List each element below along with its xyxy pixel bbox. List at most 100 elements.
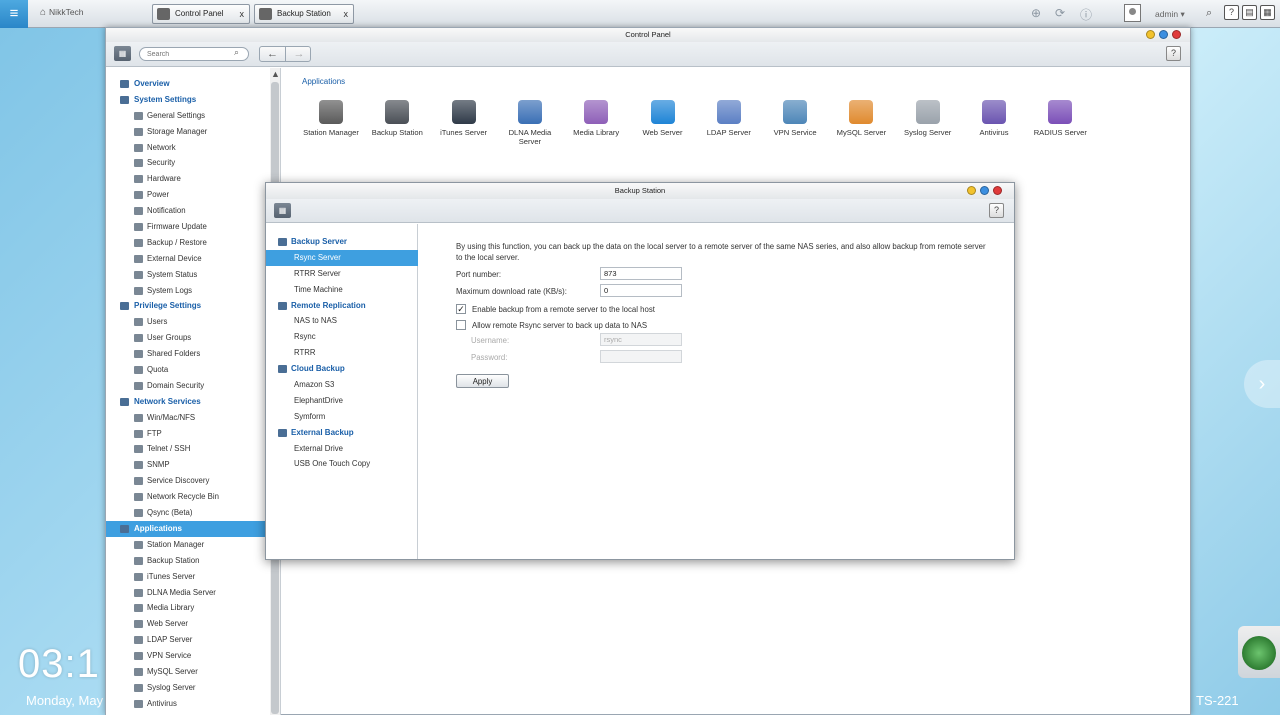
nav-item-backup-server[interactable]: Backup Server [266, 234, 418, 250]
sidebar-item-privilege-settings[interactable]: Privilege Settings [106, 298, 270, 314]
sidebar-item-storage-manager[interactable]: Storage Manager [106, 124, 270, 140]
sidebar-item-system-logs[interactable]: System Logs [106, 283, 270, 299]
sidebar-item-external-device[interactable]: External Device [106, 251, 270, 267]
app-antivirus[interactable]: Antivirus [961, 100, 1027, 137]
sidebar-item-notification[interactable]: Notification [106, 203, 270, 219]
maximize-icon[interactable] [1159, 30, 1168, 39]
grid-view-icon[interactable]: ▦ [114, 46, 131, 61]
next-desktop-arrow-icon[interactable]: › [1244, 360, 1280, 408]
info-icon[interactable]: ⓘ [1080, 6, 1092, 23]
sidebar-item-telnet-ssh[interactable]: Telnet / SSH [106, 441, 270, 457]
grid-view-icon[interactable]: ▦ [274, 203, 291, 218]
sidebar-item-network[interactable]: Network [106, 140, 270, 156]
sidebar-item-applications[interactable]: Applications [106, 520, 280, 537]
sidebar-item-overview[interactable]: Overview [106, 76, 270, 92]
dashboard-widget[interactable] [1238, 626, 1280, 678]
sidebar-item-vpn-service[interactable]: VPN Service [106, 648, 270, 664]
sidebar-item-quota[interactable]: Quota [106, 362, 270, 378]
sidebar-item-win-mac-nfs[interactable]: Win/Mac/NFS [106, 410, 270, 426]
max-download-rate-input[interactable] [600, 284, 682, 297]
nav-item-usb-one-touch-copy[interactable]: USB One Touch Copy [266, 456, 418, 472]
app-itunes-server[interactable]: iTunes Server [431, 100, 497, 137]
nav-item-external-drive[interactable]: External Drive [266, 441, 418, 457]
user-avatar-icon[interactable] [1124, 4, 1141, 22]
app-radius-server[interactable]: RADIUS Server [1027, 100, 1093, 137]
sidebar-item-backup-restore[interactable]: Backup / Restore [106, 235, 270, 251]
app-syslog-server[interactable]: Syslog Server [895, 100, 961, 137]
nav-item-time-machine[interactable]: Time Machine [266, 282, 418, 298]
app-mysql-server[interactable]: MySQL Server [828, 100, 894, 137]
close-tab-icon[interactable]: x [240, 5, 245, 23]
app-media-library[interactable]: Media Library [563, 100, 629, 137]
sidebar-item-firmware-update[interactable]: Firmware Update [106, 219, 270, 235]
apply-button[interactable]: Apply [456, 374, 509, 388]
sidebar-item-station-manager[interactable]: Station Manager [106, 537, 270, 553]
nav-item-rsync-server[interactable]: Rsync Server [266, 249, 418, 266]
sidebar-item-snmp[interactable]: SNMP [106, 457, 270, 473]
app-station-manager[interactable]: Station Manager [298, 100, 364, 137]
nav-item-symform[interactable]: Symform [266, 409, 418, 425]
search-input[interactable] [139, 47, 249, 61]
sidebar-item-qsync-beta[interactable]: Qsync (Beta) [106, 505, 270, 521]
sidebar-item-domain-security[interactable]: Domain Security [106, 378, 270, 394]
close-icon[interactable] [1172, 30, 1181, 39]
help-button[interactable]: ? [989, 203, 1004, 218]
password-input[interactable] [600, 350, 682, 363]
nav-item-external-backup[interactable]: External Backup [266, 425, 418, 441]
app-vpn-service[interactable]: VPN Service [762, 100, 828, 137]
sidebar-item-web-server[interactable]: Web Server [106, 616, 270, 632]
search-icon[interactable]: ⌕ [1206, 7, 1212, 20]
nav-item-remote-replication[interactable]: Remote Replication [266, 298, 418, 314]
sidebar-item-system-settings[interactable]: System Settings [106, 92, 270, 108]
app-web-server[interactable]: Web Server [630, 100, 696, 137]
sidebar-item-mysql-server[interactable]: MySQL Server [106, 664, 270, 680]
help-icon[interactable]: ? [1224, 5, 1239, 20]
sidebar-item-itunes-server[interactable]: iTunes Server [106, 569, 270, 585]
nav-item-nas-to-nas[interactable]: NAS to NAS [266, 313, 418, 329]
sidebar-item-backup-station[interactable]: Backup Station [106, 553, 270, 569]
sidebar-item-service-discovery[interactable]: Service Discovery [106, 473, 270, 489]
close-tab-icon[interactable]: x [344, 5, 349, 23]
nav-item-rtrr[interactable]: RTRR [266, 345, 418, 361]
nav-item-cloud-backup[interactable]: Cloud Backup [266, 361, 418, 377]
allow-remote-rsync-checkbox[interactable] [456, 320, 466, 330]
sidebar-item-syslog-server[interactable]: Syslog Server [106, 680, 270, 696]
app-ldap-server[interactable]: LDAP Server [696, 100, 762, 137]
nav-item-elephantdrive[interactable]: ElephantDrive [266, 393, 418, 409]
background-task-icon[interactable]: ⊕ [1031, 6, 1041, 20]
sidebar-item-general-settings[interactable]: General Settings [106, 108, 270, 124]
app-backup-station[interactable]: Backup Station [364, 100, 430, 137]
close-icon[interactable] [993, 186, 1002, 195]
sidebar-item-ftp[interactable]: FTP [106, 426, 270, 442]
user-menu[interactable]: admin ▾ [1155, 9, 1185, 20]
minimize-icon[interactable] [1146, 30, 1155, 39]
sidebar-item-media-library[interactable]: Media Library [106, 600, 270, 616]
sidebar-item-users[interactable]: Users [106, 314, 270, 330]
sidebar-item-hardware[interactable]: Hardware [106, 171, 270, 187]
sidebar-item-network-services[interactable]: Network Services [106, 394, 270, 410]
sidebar-item-shared-folders[interactable]: Shared Folders [106, 346, 270, 362]
home-tab[interactable]: ⌂ NikkTech [40, 7, 84, 18]
tab-control-panel[interactable]: Control Panel x [152, 4, 250, 24]
minimize-icon[interactable] [967, 186, 976, 195]
sidebar-item-dlna-media-server[interactable]: DLNA Media Server [106, 585, 270, 601]
sidebar-item-antivirus[interactable]: Antivirus [106, 696, 270, 712]
sidebar-item-security[interactable]: Security [106, 155, 270, 171]
help-button[interactable]: ? [1166, 46, 1181, 61]
forward-arrow-icon[interactable]: → [286, 47, 312, 61]
tab-backup-station[interactable]: Backup Station x [254, 4, 354, 24]
sidebar-item-system-status[interactable]: System Status [106, 267, 270, 283]
nav-item-rsync[interactable]: Rsync [266, 329, 418, 345]
scroll-up-icon[interactable]: ▲ [271, 69, 280, 79]
app-dlna-media-server[interactable]: DLNA Media Server [497, 100, 563, 146]
username-input[interactable] [600, 333, 682, 346]
nav-item-rtrr-server[interactable]: RTRR Server [266, 266, 418, 282]
search-icon[interactable]: ⌕ [234, 47, 239, 58]
nav-item-amazon-s3[interactable]: Amazon S3 [266, 377, 418, 393]
enable-backup-checkbox[interactable]: ✓ [456, 304, 466, 314]
show-desktop-icon[interactable]: ▦ [1260, 5, 1275, 20]
maximize-icon[interactable] [980, 186, 989, 195]
sync-icon[interactable]: ⟳ [1055, 6, 1065, 20]
sidebar-item-ldap-server[interactable]: LDAP Server [106, 632, 270, 648]
sidebar-item-power[interactable]: Power [106, 187, 270, 203]
